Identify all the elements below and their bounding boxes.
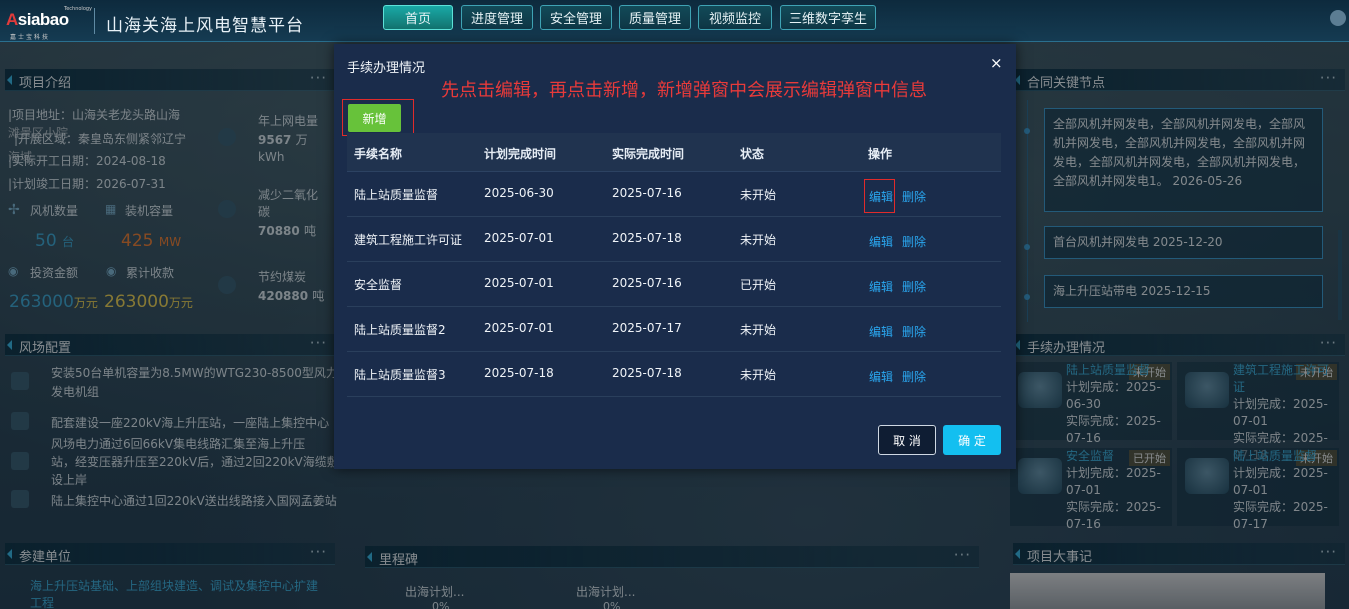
column-actual-date: 实际完成时间: [612, 147, 685, 161]
cell-name: 陆上站质量监督2: [354, 323, 446, 337]
divider: [94, 8, 95, 34]
nav-progress[interactable]: 进度管理: [461, 5, 533, 30]
add-button[interactable]: 新增: [348, 104, 401, 132]
edit-link[interactable]: 编辑: [869, 323, 893, 340]
delete-link[interactable]: 删除: [902, 233, 926, 250]
column-actions: 操作: [868, 147, 893, 161]
logo-name-b: siabao: [17, 10, 69, 29]
cancel-button[interactable]: 取 消: [878, 425, 936, 455]
delete-link[interactable]: 删除: [902, 323, 926, 340]
table-row: 建筑工程施工许可证 2025-07-01 2025-07-18 未开始 编辑 删…: [347, 217, 1001, 262]
nav-quality[interactable]: 质量管理: [619, 5, 691, 30]
cell-status: 已开始: [740, 278, 777, 292]
cell-status: 未开始: [740, 368, 777, 382]
column-name: 手续名称: [354, 147, 403, 161]
cell-plan: 2025-07-01: [484, 276, 554, 290]
cell-status: 未开始: [740, 233, 777, 247]
logo-name: Asiabao: [6, 10, 69, 30]
cell-plan: 2025-07-01: [484, 231, 554, 245]
top-bar: Technology Asiabao 嘉士宝科技 山海关海上风电智慧平台 首页 …: [0, 0, 1349, 42]
cell-actual: 2025-07-17: [612, 321, 682, 335]
logo-sub: 嘉士宝科技: [10, 34, 51, 41]
edit-link[interactable]: 编辑: [869, 278, 893, 295]
cell-actual: 2025-07-18: [612, 231, 682, 245]
highlight-box-edit: [864, 179, 895, 213]
table-row: 安全监督 2025-07-01 2025-07-16 已开始 编辑 删除: [347, 262, 1001, 307]
table-header: 手续名称 计划完成时间 实际完成时间 状态 操作: [347, 133, 1001, 172]
edit-link[interactable]: 编辑: [869, 233, 893, 250]
annotation-text: 先点击编辑，再点击新增，新增弹窗中会展示编辑弹窗中信息: [441, 80, 927, 101]
delete-link[interactable]: 删除: [902, 278, 926, 295]
cell-status: 未开始: [740, 323, 777, 337]
nav-video[interactable]: 视频监控: [698, 5, 772, 30]
logo: Technology Asiabao 嘉士宝科技: [6, 6, 92, 41]
edit-link[interactable]: 编辑: [869, 368, 893, 385]
modal-title: 手续办理情况: [347, 61, 426, 76]
table-row: 陆上站质量监督2 2025-07-01 2025-07-17 未开始 编辑 删除: [347, 307, 1001, 352]
cell-actual: 2025-07-16: [612, 186, 682, 200]
column-status: 状态: [740, 147, 765, 161]
table-row: 陆上站质量监督3 2025-07-18 2025-07-18 未开始 编辑 删除: [347, 352, 1001, 397]
cell-name: 陆上站质量监督: [354, 188, 439, 202]
table-row: 陆上站质量监督 2025-06-30 2025-07-16 未开始 编辑 删除: [347, 172, 1001, 217]
column-plan-date: 计划完成时间: [484, 147, 557, 161]
delete-link[interactable]: 删除: [902, 368, 926, 385]
cell-plan: 2025-07-18: [484, 366, 554, 380]
cell-actual: 2025-07-16: [612, 276, 682, 290]
nav-safety[interactable]: 安全管理: [540, 5, 612, 30]
cell-actual: 2025-07-18: [612, 366, 682, 380]
cell-name: 陆上站质量监督3: [354, 368, 446, 382]
nav-home[interactable]: 首页: [383, 5, 453, 30]
close-icon[interactable]: ×: [990, 54, 1003, 72]
logo-name-a: A: [6, 10, 18, 29]
nav-digital-twin[interactable]: 三维数字孪生: [780, 5, 876, 30]
confirm-button[interactable]: 确 定: [943, 425, 1001, 455]
cell-status: 未开始: [740, 188, 777, 202]
user-icon[interactable]: [1330, 10, 1346, 26]
cell-name: 安全监督: [354, 278, 403, 292]
app-title: 山海关海上风电智慧平台: [106, 16, 304, 36]
cell-name: 建筑工程施工许可证: [354, 233, 463, 247]
cell-plan: 2025-07-01: [484, 321, 554, 335]
cell-plan: 2025-06-30: [484, 186, 554, 200]
delete-link[interactable]: 删除: [902, 188, 926, 205]
